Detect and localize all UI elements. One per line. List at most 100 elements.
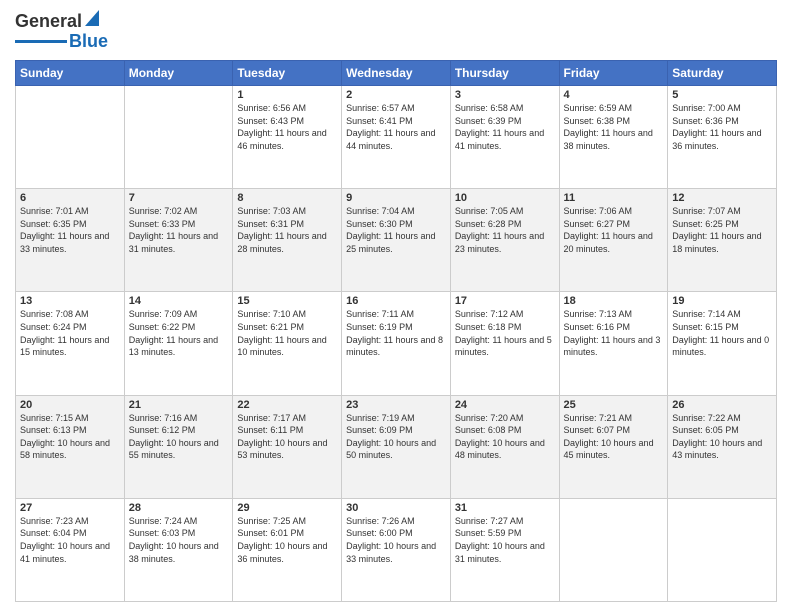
- day-info: Sunrise: 6:58 AM Sunset: 6:39 PM Dayligh…: [455, 102, 555, 152]
- day-number: 28: [129, 502, 229, 514]
- day-number: 22: [237, 399, 337, 411]
- day-number: 21: [129, 399, 229, 411]
- day-number: 1: [237, 89, 337, 101]
- day-info: Sunrise: 7:10 AM Sunset: 6:21 PM Dayligh…: [237, 308, 337, 358]
- day-number: 13: [20, 295, 120, 307]
- day-number: 16: [346, 295, 446, 307]
- day-info: Sunrise: 7:04 AM Sunset: 6:30 PM Dayligh…: [346, 205, 446, 255]
- week-row-5: 27Sunrise: 7:23 AM Sunset: 6:04 PM Dayli…: [16, 498, 777, 601]
- calendar-cell: 25Sunrise: 7:21 AM Sunset: 6:07 PM Dayli…: [559, 395, 668, 498]
- calendar-cell: 21Sunrise: 7:16 AM Sunset: 6:12 PM Dayli…: [124, 395, 233, 498]
- day-info: Sunrise: 7:22 AM Sunset: 6:05 PM Dayligh…: [672, 412, 772, 462]
- day-info: Sunrise: 7:11 AM Sunset: 6:19 PM Dayligh…: [346, 308, 446, 358]
- week-row-4: 20Sunrise: 7:15 AM Sunset: 6:13 PM Dayli…: [16, 395, 777, 498]
- calendar-cell: [124, 86, 233, 189]
- page: General Blue SundayMondayTuesdayWednesda…: [0, 0, 792, 612]
- calendar-cell: 23Sunrise: 7:19 AM Sunset: 6:09 PM Dayli…: [342, 395, 451, 498]
- day-number: 3: [455, 89, 555, 101]
- calendar-cell: 14Sunrise: 7:09 AM Sunset: 6:22 PM Dayli…: [124, 292, 233, 395]
- weekday-header-wednesday: Wednesday: [342, 61, 451, 86]
- day-info: Sunrise: 6:59 AM Sunset: 6:38 PM Dayligh…: [564, 102, 664, 152]
- day-info: Sunrise: 7:12 AM Sunset: 6:18 PM Dayligh…: [455, 308, 555, 358]
- calendar-cell: 4Sunrise: 6:59 AM Sunset: 6:38 PM Daylig…: [559, 86, 668, 189]
- day-info: Sunrise: 7:09 AM Sunset: 6:22 PM Dayligh…: [129, 308, 229, 358]
- calendar-cell: 18Sunrise: 7:13 AM Sunset: 6:16 PM Dayli…: [559, 292, 668, 395]
- day-info: Sunrise: 7:25 AM Sunset: 6:01 PM Dayligh…: [237, 515, 337, 565]
- calendar-cell: 5Sunrise: 7:00 AM Sunset: 6:36 PM Daylig…: [668, 86, 777, 189]
- calendar-cell: 6Sunrise: 7:01 AM Sunset: 6:35 PM Daylig…: [16, 189, 125, 292]
- calendar-cell: 15Sunrise: 7:10 AM Sunset: 6:21 PM Dayli…: [233, 292, 342, 395]
- day-info: Sunrise: 7:02 AM Sunset: 6:33 PM Dayligh…: [129, 205, 229, 255]
- day-info: Sunrise: 7:05 AM Sunset: 6:28 PM Dayligh…: [455, 205, 555, 255]
- calendar-cell: 12Sunrise: 7:07 AM Sunset: 6:25 PM Dayli…: [668, 189, 777, 292]
- calendar-cell: [668, 498, 777, 601]
- calendar-cell: 7Sunrise: 7:02 AM Sunset: 6:33 PM Daylig…: [124, 189, 233, 292]
- day-number: 30: [346, 502, 446, 514]
- day-info: Sunrise: 7:27 AM Sunset: 5:59 PM Dayligh…: [455, 515, 555, 565]
- day-info: Sunrise: 7:19 AM Sunset: 6:09 PM Dayligh…: [346, 412, 446, 462]
- calendar-cell: 13Sunrise: 7:08 AM Sunset: 6:24 PM Dayli…: [16, 292, 125, 395]
- calendar-cell: 19Sunrise: 7:14 AM Sunset: 6:15 PM Dayli…: [668, 292, 777, 395]
- day-info: Sunrise: 7:16 AM Sunset: 6:12 PM Dayligh…: [129, 412, 229, 462]
- day-info: Sunrise: 7:08 AM Sunset: 6:24 PM Dayligh…: [20, 308, 120, 358]
- day-info: Sunrise: 7:13 AM Sunset: 6:16 PM Dayligh…: [564, 308, 664, 358]
- calendar-cell: 30Sunrise: 7:26 AM Sunset: 6:00 PM Dayli…: [342, 498, 451, 601]
- day-info: Sunrise: 7:20 AM Sunset: 6:08 PM Dayligh…: [455, 412, 555, 462]
- day-number: 31: [455, 502, 555, 514]
- day-number: 9: [346, 192, 446, 204]
- day-number: 20: [20, 399, 120, 411]
- day-info: Sunrise: 6:57 AM Sunset: 6:41 PM Dayligh…: [346, 102, 446, 152]
- day-info: Sunrise: 7:00 AM Sunset: 6:36 PM Dayligh…: [672, 102, 772, 152]
- day-number: 6: [20, 192, 120, 204]
- day-info: Sunrise: 7:14 AM Sunset: 6:15 PM Dayligh…: [672, 308, 772, 358]
- calendar-cell: 20Sunrise: 7:15 AM Sunset: 6:13 PM Dayli…: [16, 395, 125, 498]
- day-number: 25: [564, 399, 664, 411]
- day-info: Sunrise: 7:03 AM Sunset: 6:31 PM Dayligh…: [237, 205, 337, 255]
- calendar-cell: 27Sunrise: 7:23 AM Sunset: 6:04 PM Dayli…: [16, 498, 125, 601]
- calendar-cell: 17Sunrise: 7:12 AM Sunset: 6:18 PM Dayli…: [450, 292, 559, 395]
- day-info: Sunrise: 7:21 AM Sunset: 6:07 PM Dayligh…: [564, 412, 664, 462]
- day-info: Sunrise: 7:23 AM Sunset: 6:04 PM Dayligh…: [20, 515, 120, 565]
- calendar-cell: 28Sunrise: 7:24 AM Sunset: 6:03 PM Dayli…: [124, 498, 233, 601]
- logo-blue-text: Blue: [67, 31, 108, 52]
- weekday-header-tuesday: Tuesday: [233, 61, 342, 86]
- day-info: Sunrise: 7:01 AM Sunset: 6:35 PM Dayligh…: [20, 205, 120, 255]
- day-info: Sunrise: 7:26 AM Sunset: 6:00 PM Dayligh…: [346, 515, 446, 565]
- day-info: Sunrise: 7:15 AM Sunset: 6:13 PM Dayligh…: [20, 412, 120, 462]
- calendar-cell: 3Sunrise: 6:58 AM Sunset: 6:39 PM Daylig…: [450, 86, 559, 189]
- week-row-2: 6Sunrise: 7:01 AM Sunset: 6:35 PM Daylig…: [16, 189, 777, 292]
- week-row-3: 13Sunrise: 7:08 AM Sunset: 6:24 PM Dayli…: [16, 292, 777, 395]
- logo: General Blue: [15, 10, 108, 52]
- day-number: 19: [672, 295, 772, 307]
- day-info: Sunrise: 6:56 AM Sunset: 6:43 PM Dayligh…: [237, 102, 337, 152]
- calendar-cell: 26Sunrise: 7:22 AM Sunset: 6:05 PM Dayli…: [668, 395, 777, 498]
- logo-triangle-icon: [85, 10, 99, 31]
- day-number: 27: [20, 502, 120, 514]
- calendar-cell: 22Sunrise: 7:17 AM Sunset: 6:11 PM Dayli…: [233, 395, 342, 498]
- calendar-cell: 2Sunrise: 6:57 AM Sunset: 6:41 PM Daylig…: [342, 86, 451, 189]
- day-number: 29: [237, 502, 337, 514]
- calendar-cell: 11Sunrise: 7:06 AM Sunset: 6:27 PM Dayli…: [559, 189, 668, 292]
- day-number: 5: [672, 89, 772, 101]
- calendar-cell: 8Sunrise: 7:03 AM Sunset: 6:31 PM Daylig…: [233, 189, 342, 292]
- calendar-cell: 24Sunrise: 7:20 AM Sunset: 6:08 PM Dayli…: [450, 395, 559, 498]
- day-info: Sunrise: 7:07 AM Sunset: 6:25 PM Dayligh…: [672, 205, 772, 255]
- calendar-cell: 1Sunrise: 6:56 AM Sunset: 6:43 PM Daylig…: [233, 86, 342, 189]
- day-number: 15: [237, 295, 337, 307]
- weekday-header-saturday: Saturday: [668, 61, 777, 86]
- day-number: 23: [346, 399, 446, 411]
- calendar-cell: 29Sunrise: 7:25 AM Sunset: 6:01 PM Dayli…: [233, 498, 342, 601]
- weekday-header-row: SundayMondayTuesdayWednesdayThursdayFrid…: [16, 61, 777, 86]
- day-number: 24: [455, 399, 555, 411]
- day-info: Sunrise: 7:06 AM Sunset: 6:27 PM Dayligh…: [564, 205, 664, 255]
- day-info: Sunrise: 7:17 AM Sunset: 6:11 PM Dayligh…: [237, 412, 337, 462]
- weekday-header-thursday: Thursday: [450, 61, 559, 86]
- day-number: 11: [564, 192, 664, 204]
- day-number: 8: [237, 192, 337, 204]
- day-number: 17: [455, 295, 555, 307]
- day-number: 18: [564, 295, 664, 307]
- day-number: 10: [455, 192, 555, 204]
- weekday-header-sunday: Sunday: [16, 61, 125, 86]
- calendar-cell: [16, 86, 125, 189]
- calendar-cell: 10Sunrise: 7:05 AM Sunset: 6:28 PM Dayli…: [450, 189, 559, 292]
